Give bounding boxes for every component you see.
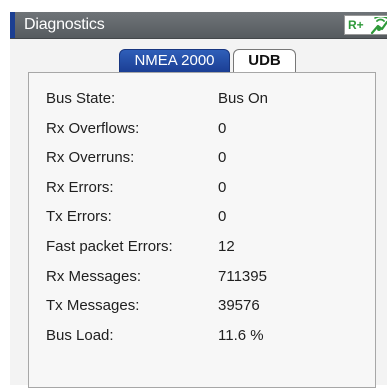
diagnostic-label: Rx Errors: — [46, 178, 114, 196]
diagnostic-label: Rx Messages: — [46, 267, 142, 285]
diagnostic-label: Tx Messages: — [46, 297, 140, 315]
diagnostic-row-bus-load: Bus Load: 11.6 % — [29, 322, 375, 352]
diagnostics-list: Bus State: Bus On Rx Overflows: 0 Rx Ove… — [29, 85, 375, 351]
diagnostic-value: 0 — [218, 178, 227, 196]
diagnostic-label: Fast packet Errors: — [46, 237, 173, 255]
status-indicator: R+ — [344, 15, 387, 35]
diagnostic-value: 0 — [218, 208, 227, 226]
window-title: Diagnostics — [24, 16, 105, 33]
rplus-label: R+ — [348, 18, 364, 32]
diagnostic-label: Rx Overflows: — [46, 119, 140, 137]
diagnostic-value: 0 — [218, 119, 227, 137]
diagnostic-value: 39576 — [218, 297, 260, 315]
diagnostic-row-rx-overruns: Rx Overruns: 0 — [29, 144, 375, 174]
diagnostic-row-rx-messages: Rx Messages: 711395 — [29, 263, 375, 293]
diagnostic-value: 711395 — [218, 267, 267, 285]
diagnostic-value: 12 — [218, 237, 235, 255]
antenna-icon — [370, 17, 387, 35]
diagnostic-value: 0 — [218, 149, 227, 167]
tab-udb[interactable]: UDB — [233, 49, 296, 73]
diagnostic-value: Bus On — [218, 90, 269, 107]
diagnostic-label: Rx Overruns: — [46, 149, 135, 167]
diagnostic-value: 11.6 % — [218, 326, 264, 344]
diagnostic-row-rx-overflows: Rx Overflows: 0 — [29, 115, 375, 145]
diagnostic-row-fast-packet-errors: Fast packet Errors: 12 — [29, 233, 375, 263]
diagnostic-row-bus-state: Bus State: Bus On — [29, 85, 375, 115]
diagnostic-label: Bus State: — [46, 90, 116, 107]
diagnostics-panel: Bus State: Bus On Rx Overflows: 0 Rx Ove… — [28, 72, 376, 388]
diagnostics-window: Diagnostics R+ NMEA 2000 UDB Bus State: … — [10, 12, 387, 388]
diagnostic-label: Bus Load: — [46, 326, 114, 344]
diagnostic-label: Tx Errors: — [46, 208, 112, 226]
diagnostic-row-tx-errors: Tx Errors: 0 — [29, 203, 375, 233]
diagnostic-row-rx-errors: Rx Errors: 0 — [29, 174, 375, 204]
title-bar: Diagnostics R+ — [10, 12, 387, 39]
tab-nmea-2000[interactable]: NMEA 2000 — [119, 49, 230, 73]
diagnostic-row-tx-messages: Tx Messages: 39576 — [29, 292, 375, 322]
title-accent — [10, 12, 15, 38]
